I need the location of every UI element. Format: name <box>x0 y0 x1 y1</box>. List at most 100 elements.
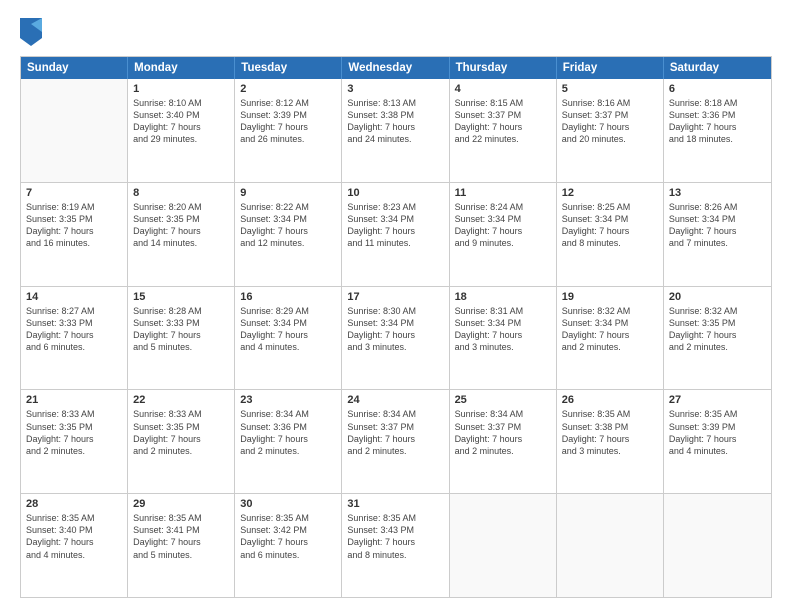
cell-text: Sunrise: 8:23 AM Sunset: 3:34 PM Dayligh… <box>347 201 443 250</box>
cell-text: Sunrise: 8:19 AM Sunset: 3:35 PM Dayligh… <box>26 201 122 250</box>
day-number: 4 <box>455 83 551 95</box>
cell-text: Sunrise: 8:32 AM Sunset: 3:35 PM Dayligh… <box>669 305 766 354</box>
cell-text: Sunrise: 8:29 AM Sunset: 3:34 PM Dayligh… <box>240 305 336 354</box>
header-day-sunday: Sunday <box>21 57 128 79</box>
cell-text: Sunrise: 8:32 AM Sunset: 3:34 PM Dayligh… <box>562 305 658 354</box>
header-day-wednesday: Wednesday <box>342 57 449 79</box>
cal-cell: 28Sunrise: 8:35 AM Sunset: 3:40 PM Dayli… <box>21 494 128 597</box>
cell-text: Sunrise: 8:26 AM Sunset: 3:34 PM Dayligh… <box>669 201 766 250</box>
day-number: 29 <box>133 498 229 510</box>
day-number: 17 <box>347 291 443 303</box>
cal-cell: 15 Sunrise: 8:28 AM Sunset: 3:33 PM Dayli… <box>128 287 235 390</box>
day-number: 26 <box>562 394 658 406</box>
cell-text: Sunrise: 8:34 AM Sunset: 3:37 PM Dayligh… <box>347 408 443 457</box>
cell-text: Sunrise: 8:35 AM Sunset: 3:38 PM Dayligh… <box>562 408 658 457</box>
cell-text: Sunrise: 8:12 AM Sunset: 3:39 PM Dayligh… <box>240 97 336 146</box>
cal-cell: 24Sunrise: 8:34 AM Sunset: 3:37 PM Dayli… <box>342 390 449 493</box>
cal-cell <box>21 79 128 182</box>
cell-text: Sunrise: 8:22 AM Sunset: 3:34 PM Dayligh… <box>240 201 336 250</box>
day-number: 30 <box>240 498 336 510</box>
calendar-body: 1 Sunrise: 8:10 AM Sunset: 3:40 PM Daylig… <box>21 79 771 597</box>
cal-cell: 18 Sunrise: 8:31 AM Sunset: 3:34 PM Dayli… <box>450 287 557 390</box>
cal-cell: 6 Sunrise: 8:18 AM Sunset: 3:36 PM Daylig… <box>664 79 771 182</box>
cell-text: Sunrise: 8:18 AM Sunset: 3:36 PM Dayligh… <box>669 97 766 146</box>
logo <box>20 18 46 46</box>
cal-cell: 29 Sunrise: 8:35 AM Sunset: 3:41 PM Dayli… <box>128 494 235 597</box>
cal-cell: 30 Sunrise: 8:35 AM Sunset: 3:42 PM Dayli… <box>235 494 342 597</box>
cal-cell: 27 Sunrise: 8:35 AM Sunset: 3:39 PM Dayli… <box>664 390 771 493</box>
cell-text: Sunrise: 8:20 AM Sunset: 3:35 PM Dayligh… <box>133 201 229 250</box>
cell-text: Sunrise: 8:16 AM Sunset: 3:37 PM Dayligh… <box>562 97 658 146</box>
day-number: 22 <box>133 394 229 406</box>
cell-text: Sunrise: 8:15 AM Sunset: 3:37 PM Dayligh… <box>455 97 551 146</box>
day-number: 18 <box>455 291 551 303</box>
calendar-row-2: 14Sunrise: 8:27 AM Sunset: 3:33 PM Dayli… <box>21 286 771 390</box>
cal-cell: 2 Sunrise: 8:12 AM Sunset: 3:39 PM Daylig… <box>235 79 342 182</box>
cell-text: Sunrise: 8:25 AM Sunset: 3:34 PM Dayligh… <box>562 201 658 250</box>
day-number: 3 <box>347 83 443 95</box>
cell-text: Sunrise: 8:35 AM Sunset: 3:42 PM Dayligh… <box>240 512 336 561</box>
day-number: 16 <box>240 291 336 303</box>
calendar-row-0: 1 Sunrise: 8:10 AM Sunset: 3:40 PM Daylig… <box>21 79 771 182</box>
cal-cell <box>664 494 771 597</box>
cell-text: Sunrise: 8:34 AM Sunset: 3:36 PM Dayligh… <box>240 408 336 457</box>
day-number: 11 <box>455 187 551 199</box>
day-number: 2 <box>240 83 336 95</box>
cell-text: Sunrise: 8:35 AM Sunset: 3:41 PM Dayligh… <box>133 512 229 561</box>
cal-cell: 5Sunrise: 8:16 AM Sunset: 3:37 PM Daylig… <box>557 79 664 182</box>
cell-text: Sunrise: 8:34 AM Sunset: 3:37 PM Dayligh… <box>455 408 551 457</box>
header-day-thursday: Thursday <box>450 57 557 79</box>
cell-text: Sunrise: 8:33 AM Sunset: 3:35 PM Dayligh… <box>133 408 229 457</box>
cell-text: Sunrise: 8:35 AM Sunset: 3:39 PM Dayligh… <box>669 408 766 457</box>
cell-text: Sunrise: 8:28 AM Sunset: 3:33 PM Dayligh… <box>133 305 229 354</box>
cal-cell: 23 Sunrise: 8:34 AM Sunset: 3:36 PM Dayli… <box>235 390 342 493</box>
day-number: 14 <box>26 291 122 303</box>
cal-cell: 1 Sunrise: 8:10 AM Sunset: 3:40 PM Daylig… <box>128 79 235 182</box>
day-number: 6 <box>669 83 766 95</box>
day-number: 1 <box>133 83 229 95</box>
logo-icon <box>20 18 42 46</box>
cal-cell: 17Sunrise: 8:30 AM Sunset: 3:34 PM Dayli… <box>342 287 449 390</box>
header-day-saturday: Saturday <box>664 57 771 79</box>
cell-text: Sunrise: 8:31 AM Sunset: 3:34 PM Dayligh… <box>455 305 551 354</box>
cal-cell: 26 Sunrise: 8:35 AM Sunset: 3:38 PM Dayli… <box>557 390 664 493</box>
cell-text: Sunrise: 8:13 AM Sunset: 3:38 PM Dayligh… <box>347 97 443 146</box>
cal-cell: 7 Sunrise: 8:19 AM Sunset: 3:35 PM Daylig… <box>21 183 128 286</box>
cal-cell: 31 Sunrise: 8:35 AM Sunset: 3:43 PM Dayli… <box>342 494 449 597</box>
calendar-row-4: 28Sunrise: 8:35 AM Sunset: 3:40 PM Dayli… <box>21 493 771 597</box>
day-number: 21 <box>26 394 122 406</box>
cal-cell: 10Sunrise: 8:23 AM Sunset: 3:34 PM Dayli… <box>342 183 449 286</box>
day-number: 7 <box>26 187 122 199</box>
day-number: 12 <box>562 187 658 199</box>
cal-cell: 22 Sunrise: 8:33 AM Sunset: 3:35 PM Dayli… <box>128 390 235 493</box>
cal-cell: 25 Sunrise: 8:34 AM Sunset: 3:37 PM Dayli… <box>450 390 557 493</box>
day-number: 31 <box>347 498 443 510</box>
cal-cell <box>450 494 557 597</box>
day-number: 15 <box>133 291 229 303</box>
day-number: 20 <box>669 291 766 303</box>
cal-cell: 13Sunrise: 8:26 AM Sunset: 3:34 PM Dayli… <box>664 183 771 286</box>
cal-cell: 16 Sunrise: 8:29 AM Sunset: 3:34 PM Dayli… <box>235 287 342 390</box>
day-number: 27 <box>669 394 766 406</box>
calendar-row-1: 7 Sunrise: 8:19 AM Sunset: 3:35 PM Daylig… <box>21 182 771 286</box>
header-day-tuesday: Tuesday <box>235 57 342 79</box>
cell-text: Sunrise: 8:10 AM Sunset: 3:40 PM Dayligh… <box>133 97 229 146</box>
cell-text: Sunrise: 8:35 AM Sunset: 3:43 PM Dayligh… <box>347 512 443 561</box>
header-day-monday: Monday <box>128 57 235 79</box>
cal-cell: 9 Sunrise: 8:22 AM Sunset: 3:34 PM Daylig… <box>235 183 342 286</box>
day-number: 9 <box>240 187 336 199</box>
day-number: 19 <box>562 291 658 303</box>
cal-cell: 12 Sunrise: 8:25 AM Sunset: 3:34 PM Dayli… <box>557 183 664 286</box>
day-number: 25 <box>455 394 551 406</box>
day-number: 23 <box>240 394 336 406</box>
header <box>20 18 772 46</box>
cell-text: Sunrise: 8:24 AM Sunset: 3:34 PM Dayligh… <box>455 201 551 250</box>
header-day-friday: Friday <box>557 57 664 79</box>
cal-cell: 19 Sunrise: 8:32 AM Sunset: 3:34 PM Dayli… <box>557 287 664 390</box>
cal-cell: 8Sunrise: 8:20 AM Sunset: 3:35 PM Daylig… <box>128 183 235 286</box>
calendar-header: SundayMondayTuesdayWednesdayThursdayFrid… <box>21 57 771 79</box>
cal-cell: 20 Sunrise: 8:32 AM Sunset: 3:35 PM Dayli… <box>664 287 771 390</box>
page: SundayMondayTuesdayWednesdayThursdayFrid… <box>0 0 792 612</box>
cal-cell <box>557 494 664 597</box>
cal-cell: 21Sunrise: 8:33 AM Sunset: 3:35 PM Dayli… <box>21 390 128 493</box>
